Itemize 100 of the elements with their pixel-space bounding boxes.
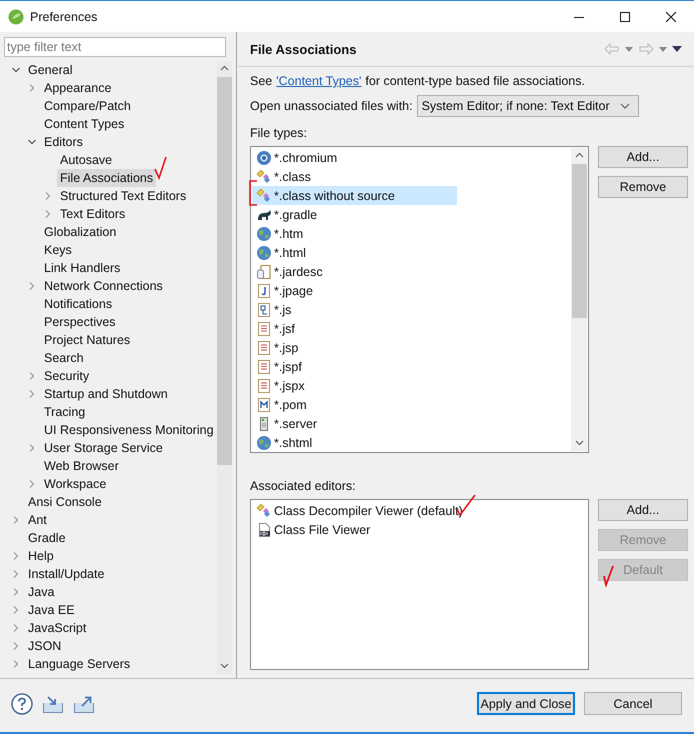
file-type-item[interactable]: *.pom bbox=[252, 395, 457, 414]
tree-item[interactable]: Network Connections bbox=[41, 277, 166, 295]
tree-item[interactable]: General bbox=[25, 61, 76, 79]
tree-item[interactable]: UI Responsiveness Monitoring bbox=[41, 421, 217, 439]
side-button[interactable]: Add... bbox=[598, 146, 688, 168]
tree-item[interactable]: User Storage Service bbox=[41, 439, 166, 457]
help-icon[interactable] bbox=[11, 692, 33, 714]
tree-item[interactable]: Java bbox=[25, 583, 58, 601]
tree-item[interactable]: Ansi Console bbox=[25, 493, 105, 511]
file-type-item[interactable]: *.jsp bbox=[252, 338, 457, 357]
tree-item[interactable]: Perspectives bbox=[41, 313, 119, 331]
tree-item[interactable]: Security bbox=[41, 367, 92, 385]
close-icon[interactable] bbox=[665, 10, 677, 22]
tree-item[interactable]: Java EE bbox=[25, 601, 78, 619]
tree-item[interactable]: Keys bbox=[41, 241, 75, 259]
tree-item[interactable]: Editors bbox=[41, 133, 86, 151]
check-mark-annotation bbox=[603, 565, 615, 587]
tree-toggle-icon[interactable] bbox=[12, 660, 20, 668]
scrollbar[interactable] bbox=[216, 61, 232, 674]
tree-toggle-icon[interactable] bbox=[12, 516, 20, 524]
tree-toggle-icon[interactable] bbox=[28, 138, 36, 146]
file-type-item[interactable]: *.jspf bbox=[252, 357, 457, 376]
tree-item[interactable]: Link Handlers bbox=[41, 259, 124, 277]
bracket-annotation bbox=[248, 179, 258, 207]
tree-toggle-icon[interactable] bbox=[28, 444, 36, 452]
tree-item[interactable]: Ant bbox=[25, 511, 50, 529]
tree-item[interactable]: Workspace bbox=[41, 475, 110, 493]
side-button[interactable]: Add... bbox=[598, 499, 688, 521]
dropdown-caret-icon[interactable] bbox=[659, 46, 667, 52]
tree-toggle-icon[interactable] bbox=[12, 552, 20, 560]
window-title: Preferences bbox=[30, 10, 98, 24]
tree-item[interactable]: Startup and Shutdown bbox=[41, 385, 171, 403]
view-menu-icon[interactable] bbox=[672, 46, 682, 52]
tree-item[interactable]: Notifications bbox=[41, 295, 116, 313]
editor-item[interactable]: Class Decompiler Viewer (default) bbox=[252, 501, 463, 520]
export-icon[interactable] bbox=[73, 694, 95, 714]
tree-toggle-icon[interactable] bbox=[28, 390, 36, 398]
tree-toggle-icon[interactable] bbox=[28, 282, 36, 290]
editor-item[interactable]: Class File Viewer bbox=[252, 520, 457, 539]
tree-toggle-icon[interactable] bbox=[12, 624, 20, 632]
tree-item[interactable]: JavaScript bbox=[25, 619, 90, 637]
tree-item[interactable]: Web Browser bbox=[41, 457, 122, 475]
file-icon bbox=[256, 378, 272, 394]
dialog-button[interactable]: Cancel bbox=[584, 692, 682, 715]
file-type-item[interactable]: *.class without source bbox=[252, 186, 457, 205]
file-type-item[interactable]: *.htm bbox=[252, 224, 457, 243]
tree-item[interactable]: Structured Text Editors bbox=[57, 187, 190, 205]
file-type-item[interactable]: *.jardesc bbox=[252, 262, 457, 281]
file-icon bbox=[256, 282, 272, 298]
file-type-item[interactable]: *.jpage bbox=[252, 281, 457, 300]
tree-toggle-icon[interactable] bbox=[12, 642, 20, 650]
tree-toggle-icon[interactable] bbox=[44, 210, 52, 218]
maximize-icon[interactable] bbox=[619, 10, 631, 22]
scrollbar[interactable] bbox=[571, 148, 587, 451]
tree-toggle-icon[interactable] bbox=[28, 480, 36, 488]
import-icon[interactable] bbox=[42, 694, 64, 714]
file-type-item[interactable]: *.jspx bbox=[252, 376, 457, 395]
forward-arrow-icon[interactable] bbox=[638, 43, 654, 55]
tree-item[interactable]: Appearance bbox=[41, 79, 114, 97]
tree-item[interactable]: Content Types bbox=[41, 115, 128, 133]
page-title: File Associations bbox=[250, 42, 356, 56]
file-type-item[interactable]: *.jsf bbox=[252, 319, 457, 338]
tree-item[interactable]: Search bbox=[41, 349, 87, 367]
file-type-item[interactable]: *.shtml bbox=[252, 433, 457, 452]
tree-item[interactable]: Compare/Patch bbox=[41, 97, 134, 115]
tree-toggle-icon[interactable] bbox=[12, 66, 20, 74]
file-type-item[interactable]: *.class bbox=[252, 167, 457, 186]
dropdown-caret-icon[interactable] bbox=[625, 46, 633, 52]
section-label: Associated editors: bbox=[250, 479, 357, 494]
tree-toggle-icon[interactable] bbox=[12, 570, 20, 578]
tree-item[interactable]: Project Natures bbox=[41, 331, 134, 349]
file-type-item[interactable]: *.server bbox=[252, 414, 457, 433]
tree-item[interactable]: Autosave bbox=[57, 151, 116, 169]
side-button[interactable]: Remove bbox=[598, 176, 688, 198]
editor-dropdown[interactable]: System Editor; if none: Text Editor bbox=[416, 95, 639, 117]
file-icon bbox=[256, 320, 272, 336]
file-type-item[interactable]: *.chromium bbox=[252, 148, 457, 167]
tree-toggle-icon[interactable] bbox=[28, 84, 36, 92]
back-arrow-icon[interactable] bbox=[604, 43, 620, 55]
file-type-item[interactable]: *.html bbox=[252, 243, 457, 262]
tree-toggle-icon[interactable] bbox=[44, 192, 52, 200]
content-types-link[interactable]: 'Content Types' bbox=[276, 73, 362, 89]
tree-item[interactable]: Install/Update bbox=[25, 565, 108, 583]
tree-toggle-icon[interactable] bbox=[12, 588, 20, 596]
tree-item[interactable]: Tracing bbox=[41, 403, 88, 421]
tree-item[interactable]: File Associations bbox=[57, 169, 156, 187]
file-icon bbox=[256, 264, 272, 280]
tree-toggle-icon[interactable] bbox=[28, 372, 36, 380]
file-type-item[interactable]: *.js bbox=[252, 300, 457, 319]
tree-item[interactable]: Gradle bbox=[25, 529, 69, 547]
tree-item[interactable]: Globalization bbox=[41, 223, 120, 241]
tree-item[interactable]: JSON bbox=[25, 637, 64, 655]
chevron-down-icon bbox=[620, 103, 630, 109]
tree-item[interactable]: Language Servers bbox=[25, 655, 134, 673]
tree-item[interactable]: Text Editors bbox=[57, 205, 128, 223]
filter-field[interactable]: type filter text bbox=[4, 37, 226, 57]
file-type-item[interactable]: *.gradle bbox=[252, 205, 457, 224]
tree-item[interactable]: Help bbox=[25, 547, 57, 565]
tree-toggle-icon[interactable] bbox=[12, 606, 20, 614]
dialog-button[interactable]: Apply and Close bbox=[477, 692, 575, 715]
